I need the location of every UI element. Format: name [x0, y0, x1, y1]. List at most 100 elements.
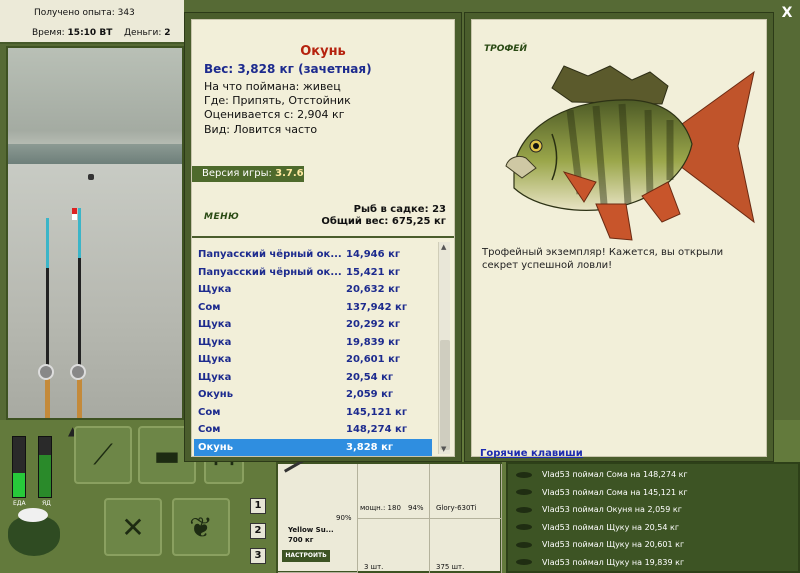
catch-list-row[interactable]: Окунь 3,828 кг [194, 438, 432, 456]
food-meter [12, 436, 26, 498]
fish-icon: ❦ [189, 510, 213, 544]
line-name: Glory-630Ti [436, 504, 477, 512]
catch-fish-name: Окунь [198, 389, 234, 401]
feed-line: Vlad53 поймал Сома на 145,121 кг [516, 484, 798, 502]
cauldron-icon[interactable] [8, 508, 60, 556]
version-value: 3.7.6 [275, 168, 304, 179]
version-label: Версия игры: [202, 168, 272, 179]
float-bobber [88, 174, 94, 180]
rod-cell[interactable]: 90% Yellow Su... 700 кг НАСТРОИТЬ [278, 441, 360, 573]
bait-info: На что поймана: живец [204, 80, 341, 93]
treeline [8, 144, 182, 164]
catch-info-panel: Окунь Вес: 3,828 кг (зачетная) На что по… [184, 12, 462, 462]
food-label: ЕДА [13, 500, 26, 507]
catch-fish-weight: 14,946 кг [346, 249, 401, 261]
catch-list-row[interactable]: Щука 20,292 кг [194, 316, 432, 334]
close-icon[interactable]: X [778, 4, 796, 22]
hotkeys-link[interactable]: Горячие клавиши [480, 448, 583, 459]
sky [8, 48, 182, 158]
food-button[interactable]: ✕ [104, 498, 162, 556]
rod-icon: ⟋ [93, 438, 113, 471]
experience-label: Получено опыта: 343 [34, 8, 135, 18]
catch-list-row[interactable]: Окунь 2,059 кг [194, 386, 432, 404]
catch-fish-name: Щука [198, 336, 232, 348]
reel-2[interactable] [70, 364, 86, 380]
scroll-down-icon[interactable]: ▼ [441, 445, 446, 453]
time-label: Время: [32, 28, 65, 38]
scroll-up-icon[interactable]: ▲ [441, 243, 446, 251]
reel-condition: 94% [408, 504, 424, 512]
poison-meter-fill [39, 455, 51, 497]
hooks-count: 3 шт. [364, 563, 384, 571]
fish-icon [516, 541, 532, 548]
catch-fish-weight: 20,632 кг [346, 284, 401, 296]
catch-list-row[interactable]: Сом 137,942 кг [194, 299, 432, 317]
trophy-heading: ТРОФЕЙ [484, 44, 527, 54]
catch-fish-name: Щука [198, 371, 232, 383]
catch-list-row[interactable]: Папуасский чёрный ок... 14,946 кг [194, 246, 432, 264]
catch-list-row[interactable]: Щука 19,839 кг [194, 334, 432, 352]
total-weight: Общий вес: 675,25 кг [321, 216, 446, 227]
rod-slot-2-button[interactable]: 2 [250, 523, 266, 539]
rod-condition: 90% [336, 514, 352, 522]
fish-icon [516, 489, 532, 496]
line-cell[interactable]: Glory-630Ti [430, 464, 502, 519]
catch-list-scrollbar[interactable]: ▲ ▼ [438, 242, 450, 454]
feed-line: Vlad53 поймал Щуку на 20,54 кг [516, 519, 798, 537]
hook-cell[interactable]: 3 шт. [358, 519, 430, 573]
reel-cell[interactable]: мощн.: 180 94% [358, 464, 430, 519]
catch-list-row[interactable]: Папуасский чёрный ок... 15,421 кг [194, 264, 432, 282]
perch-illustration [505, 65, 755, 241]
fishing-scene[interactable] [6, 46, 184, 420]
catch-fish-weight: 137,942 кг [346, 301, 408, 313]
catch-list-row[interactable]: Щука 20,601 кг [194, 351, 432, 369]
catch-list-row[interactable]: Сом 145,121 кг [194, 404, 432, 422]
catch-fish-name: Папуасский чёрный ок... [198, 249, 342, 261]
catch-fish-name: Щука [198, 284, 232, 296]
catch-fish-name: Окунь [198, 441, 234, 453]
rod-slot-1-button[interactable]: 1 [250, 498, 266, 514]
bait-cell[interactable]: 375 шт. [430, 519, 502, 573]
rod-name: Yellow Su... [288, 526, 334, 534]
place-info: Где: Припять, Отстойник [204, 94, 351, 107]
setup-button[interactable]: НАСТРОИТЬ [282, 550, 330, 562]
catch-fish-weight: 20,54 кг [346, 371, 394, 383]
reel-1[interactable] [38, 364, 54, 380]
catch-info-body: Окунь Вес: 3,828 кг (зачетная) На что по… [191, 19, 455, 457]
keepnet-button[interactable]: ❦ [172, 498, 230, 556]
catch-fish-weight: 2,059 кг [346, 389, 394, 401]
scroll-thumb[interactable] [440, 340, 450, 450]
value-info: Оценивается с: 2,904 кг [204, 108, 345, 121]
fish-icon [516, 524, 532, 531]
catch-list-row[interactable]: Сом 148,274 кг [194, 421, 432, 439]
fish-weight: Вес: 3,828 кг (зачетная) [204, 62, 372, 76]
catch-fish-name: Щука [198, 354, 232, 366]
rods-button[interactable]: ⟋ [74, 426, 132, 484]
catch-fish-name: Сом [198, 406, 221, 418]
poison-label: ЯД [42, 500, 51, 507]
time-display: Время: 15:10 ВТ [32, 28, 112, 38]
catch-fish-name: Сом [198, 424, 221, 436]
fish-icon [516, 471, 532, 478]
poison-meter [38, 436, 52, 498]
trophy-body: ТРОФЕЙ Трофейный экземпляр! Кажется, вы … [471, 19, 767, 459]
catch-fish-weight: 20,601 кг [346, 354, 401, 366]
catch-fish-weight: 20,292 кг [346, 319, 401, 331]
catch-fish-name: Папуасский чёрный ок... [198, 266, 342, 278]
fishing-rod-1[interactable] [45, 218, 50, 418]
trophy-panel: ТРОФЕЙ Трофейный экземпляр! Кажется, вы … [464, 12, 774, 462]
fishing-rod-2[interactable] [77, 208, 82, 418]
status-bar: Получено опыта: 343 Время: 15:10 ВТ День… [0, 0, 184, 44]
rod-slot-3-button[interactable]: 3 [250, 548, 266, 564]
money-display: Деньги: 2 [124, 28, 171, 38]
game-version: Версия игры: 3.7.6 [192, 166, 304, 182]
water[interactable] [8, 164, 182, 418]
catch-list-row[interactable]: Щука 20,632 кг [194, 281, 432, 299]
catch-fish-name: Сом [198, 301, 221, 313]
money-label: Деньги: [124, 28, 162, 38]
keepnet-stats: Рыб в садке: 23 Общий вес: 675,25 кг [321, 204, 446, 228]
catch-list-row[interactable]: Щука 20,54 кг [194, 369, 432, 387]
catch-list[interactable]: Папуасский чёрный ок... 14,946 кг Папуасск… [194, 240, 438, 456]
catch-feed: Vlad53 поймал Сома на 148,274 кг Vlad53 … [506, 462, 800, 573]
menu-button[interactable]: МЕНЮ [204, 212, 239, 222]
